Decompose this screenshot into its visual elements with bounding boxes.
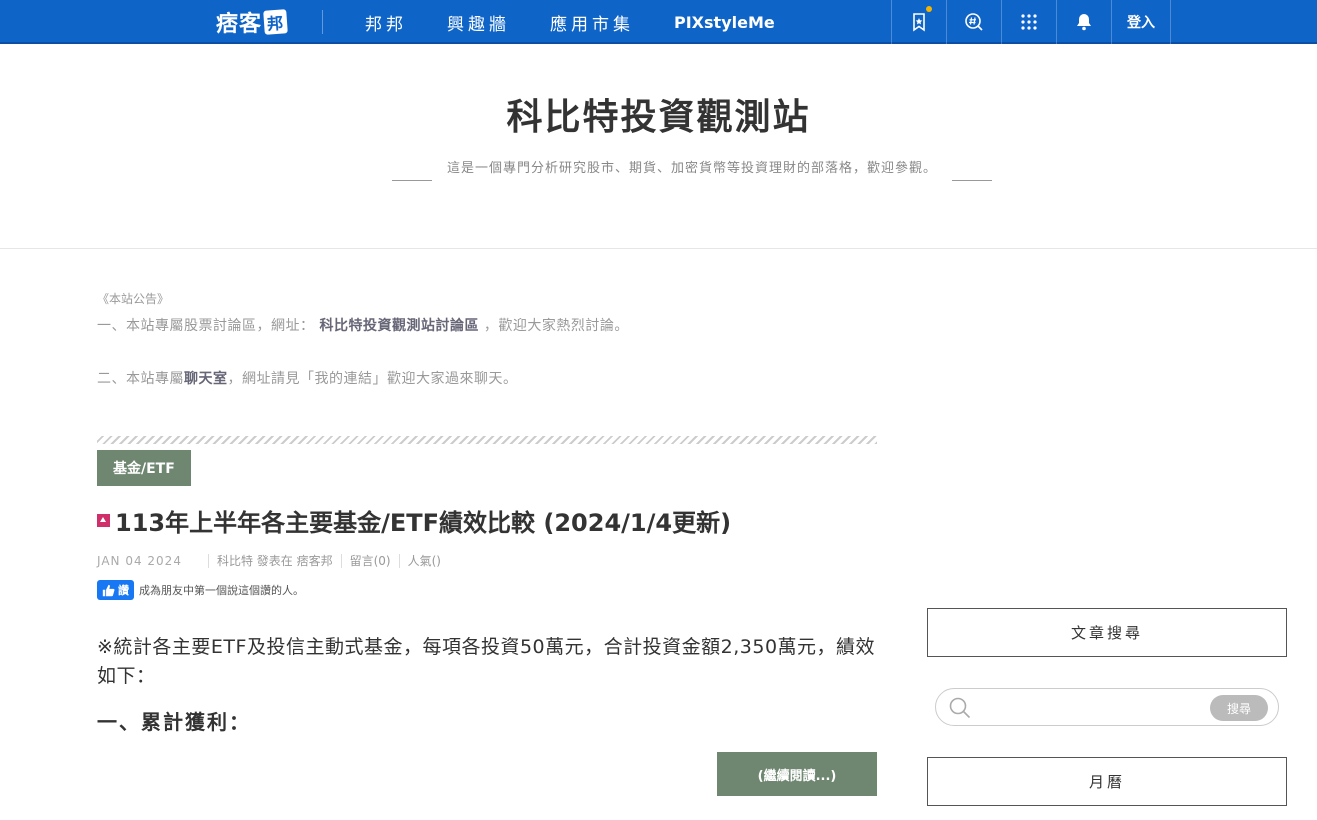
hashtag-search-icon: [965, 13, 983, 31]
popularity-count: 人氣(): [407, 554, 441, 568]
logo-text: 痞客: [216, 12, 263, 37]
nav-link-interest-wall[interactable]: 興趣牆: [447, 10, 510, 35]
login-button[interactable]: 登入: [1111, 0, 1171, 44]
calendar-widget-title: 月曆: [927, 757, 1287, 806]
nav-actions: 登入: [891, 0, 1171, 44]
announcement-line-1-suffix: ，歡迎大家熱烈討論。: [483, 318, 629, 334]
logo-mark: 邦: [263, 9, 288, 35]
post-author[interactable]: 科比特 發表在 痞客邦: [217, 552, 333, 569]
post-title-text[interactable]: 113年上半年各主要基金/ETF績效比較 (2024/1/4更新): [115, 503, 731, 538]
meta-separator: [398, 553, 400, 568]
search-widget-title: 文章搜尋: [927, 608, 1287, 657]
announcement-line-2: 二、本站專屬聊天室，網址請見「我的連結」歡迎大家過來聊天。: [97, 368, 518, 388]
section-divider-stripes: [97, 436, 877, 444]
desc-line-right: [952, 180, 992, 181]
meta-separator: [340, 553, 342, 568]
hashtag-search-button[interactable]: [946, 0, 1001, 44]
search-box: 搜尋: [935, 688, 1279, 726]
post-date: JAN 04 2024: [97, 553, 182, 568]
bookmark-star-icon: [913, 13, 925, 32]
nav-divider: [322, 10, 323, 34]
search-icon: [949, 697, 971, 719]
pinned-top-icon: [97, 514, 110, 527]
nav-links: 邦邦 興趣牆 應用市集 PIXstyleMe: [365, 0, 815, 44]
nav-link-app-market[interactable]: 應用市集: [550, 10, 634, 35]
meta-separator: [207, 553, 209, 568]
announcement-line-2-prefix: 二、本站專屬: [97, 371, 184, 387]
announcement-title: 《本站公告》: [97, 292, 170, 306]
like-count-text: 成為朋友中第一個說這個讚的人。: [139, 584, 304, 597]
desc-line-left: [392, 180, 432, 181]
category-tag[interactable]: 基金/ETF: [97, 450, 191, 486]
site-title[interactable]: 科比特投資觀測站: [0, 88, 1317, 140]
facebook-like-button[interactable]: 讚: [97, 580, 134, 600]
nav-link-bangbang[interactable]: 邦邦: [365, 10, 407, 35]
post-subheading: 一、累計獲利：: [97, 710, 251, 734]
post-meta: JAN 04 2024 科比特 發表在 痞客邦 留言(0) 人氣(): [97, 552, 441, 569]
notifications-button[interactable]: [1056, 0, 1111, 44]
post-title[interactable]: 113年上半年各主要基金/ETF績效比較 (2024/1/4更新): [97, 503, 731, 538]
site-logo[interactable]: 痞客邦: [216, 7, 288, 37]
announcement-line-2-suffix: ，網址請見「我的連結」歡迎大家過來聊天。: [227, 371, 518, 387]
thumbs-up-icon: [102, 584, 115, 596]
bookmark-button[interactable]: [891, 0, 946, 44]
like-label: 讚: [118, 584, 129, 597]
header-divider: [0, 248, 1317, 249]
notification-dot: [926, 6, 932, 12]
forum-link[interactable]: 科比特投資觀測站討論區: [319, 318, 479, 334]
apps-button[interactable]: [1001, 0, 1056, 44]
chatroom-link[interactable]: 聊天室: [184, 371, 228, 387]
search-button[interactable]: 搜尋: [1210, 695, 1268, 721]
search-input[interactable]: [980, 695, 1200, 719]
announcement-line-1-prefix: 一、本站專屬股票討論區，網址：: [97, 318, 315, 334]
comment-count[interactable]: 留言(0): [350, 552, 391, 569]
nav-link-pixstyleme[interactable]: PIXstyleMe: [674, 13, 775, 32]
top-navbar: 痞客邦 邦邦 興趣牆 應用市集 PIXstyleMe 登入: [0, 0, 1317, 44]
apps-grid-icon: [1021, 14, 1037, 30]
post-excerpt: ※統計各主要ETF及投信主動式基金，每項各投資50萬元，合計投資金額2,350萬…: [97, 636, 876, 687]
facebook-like-row: 讚 成為朋友中第一個說這個讚的人。: [97, 580, 304, 600]
announcement-line-1: 一、本站專屬股票討論區，網址： 科比特投資觀測站討論區 ，歡迎大家熱烈討論。: [97, 315, 629, 335]
read-more-button[interactable]: (繼續閱讀...): [717, 752, 877, 796]
bell-icon: [1077, 14, 1091, 31]
site-description-text: 這是一個專門分析研究股市、期貨、加密貨幣等投資理財的部落格，歡迎參觀。: [447, 161, 938, 176]
login-label: 登入: [1127, 15, 1155, 31]
